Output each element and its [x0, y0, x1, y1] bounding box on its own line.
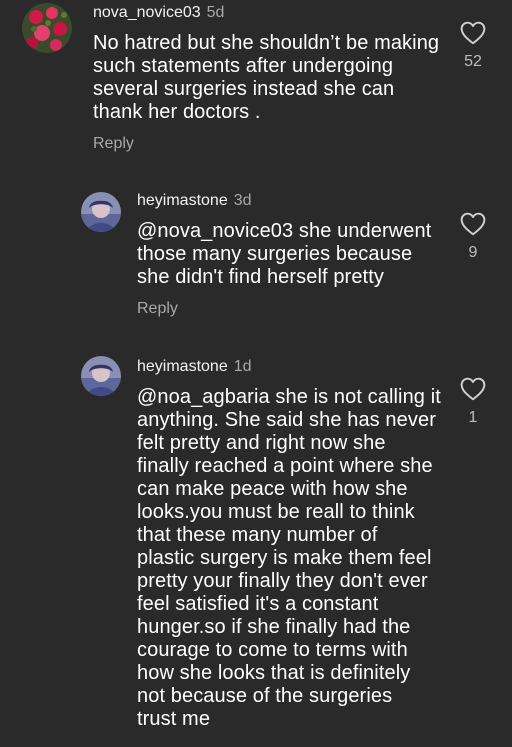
like-control: 52 — [458, 21, 488, 71]
comment-line: @noa_agbaria she is not calling it — [137, 386, 441, 408]
username[interactable]: heyimastone — [137, 358, 228, 375]
heart-icon[interactable] — [460, 377, 486, 401]
comment-2: heyimastone 3d @nova_novice03 she underwe… — [0, 175, 512, 345]
comment-line: such statements after undergoing — [93, 55, 394, 77]
like-control: 9 — [458, 212, 488, 262]
heart-icon[interactable] — [460, 212, 486, 236]
comment-line: pretty your finally they don't ever — [137, 570, 428, 592]
comment-text: No hatred but she shouldn’t be making su… — [93, 32, 439, 124]
comment-line: that these many number of — [137, 524, 378, 546]
like-count: 9 — [468, 244, 478, 261]
comment-1: nova_novice03 5d No hatred but she should… — [0, 0, 512, 175]
avatar[interactable] — [81, 356, 121, 396]
comment-line: @nova_novice03 she underwent — [137, 220, 432, 242]
comment-line: looks.you must be reall to think — [137, 501, 415, 523]
reply-button[interactable]: Reply — [93, 134, 134, 154]
comment-line: feel satisfied it's a constant — [137, 593, 379, 615]
roses-avatar-icon — [22, 3, 72, 53]
comment-line: hunger.so if she finally had the — [137, 616, 411, 638]
comment-3: heyimastone 1d @noa_agbaria she is not ca… — [0, 345, 512, 747]
like-count: 52 — [464, 53, 482, 70]
avatar[interactable] — [22, 3, 72, 53]
timestamp: 1d — [233, 358, 252, 375]
comment-text: @noa_agbaria she is not calling it anyth… — [137, 386, 441, 731]
comment-line: felt pretty and right now she — [137, 432, 386, 454]
comment-text: @nova_novice03 she underwent those many … — [137, 220, 431, 289]
user-avatar-icon — [81, 356, 121, 396]
comment-line: not because of the surgeries — [137, 685, 393, 707]
avatar[interactable] — [81, 192, 121, 232]
comment-line: she didn't find herself pretty — [137, 266, 384, 288]
like-count: 1 — [468, 409, 478, 426]
comment-meta: heyimastone 1d — [137, 357, 252, 377]
comment-line: No hatred but she shouldn’t be making — [93, 32, 440, 54]
comment-line: trust me — [137, 708, 211, 730]
comment-meta: nova_novice03 5d — [93, 3, 224, 23]
comment-line: can make peace with how she — [137, 478, 408, 500]
username[interactable]: heyimastone — [137, 192, 228, 209]
comment-line: plastic surgery is make them feel — [137, 547, 432, 569]
timestamp: 5d — [206, 4, 225, 21]
timestamp: 3d — [233, 192, 252, 209]
comment-line: courage to come to terms with — [137, 639, 408, 661]
comment-line: several surgeries instead she can — [93, 78, 395, 100]
like-control: 1 — [458, 377, 488, 427]
comment-line: thank her doctors . — [93, 101, 261, 123]
reply-button[interactable]: Reply — [137, 299, 178, 319]
comment-line: anything. She said she has never — [137, 409, 436, 431]
comment-line: how she looks that is definitely — [137, 662, 411, 684]
username[interactable]: nova_novice03 — [93, 4, 201, 21]
user-avatar-icon — [81, 192, 121, 232]
comment-line: finally reached a point where she — [137, 455, 433, 477]
comment-line: those many surgeries because — [137, 243, 413, 265]
heart-icon[interactable] — [460, 21, 486, 45]
comment-meta: heyimastone 3d — [137, 191, 252, 211]
